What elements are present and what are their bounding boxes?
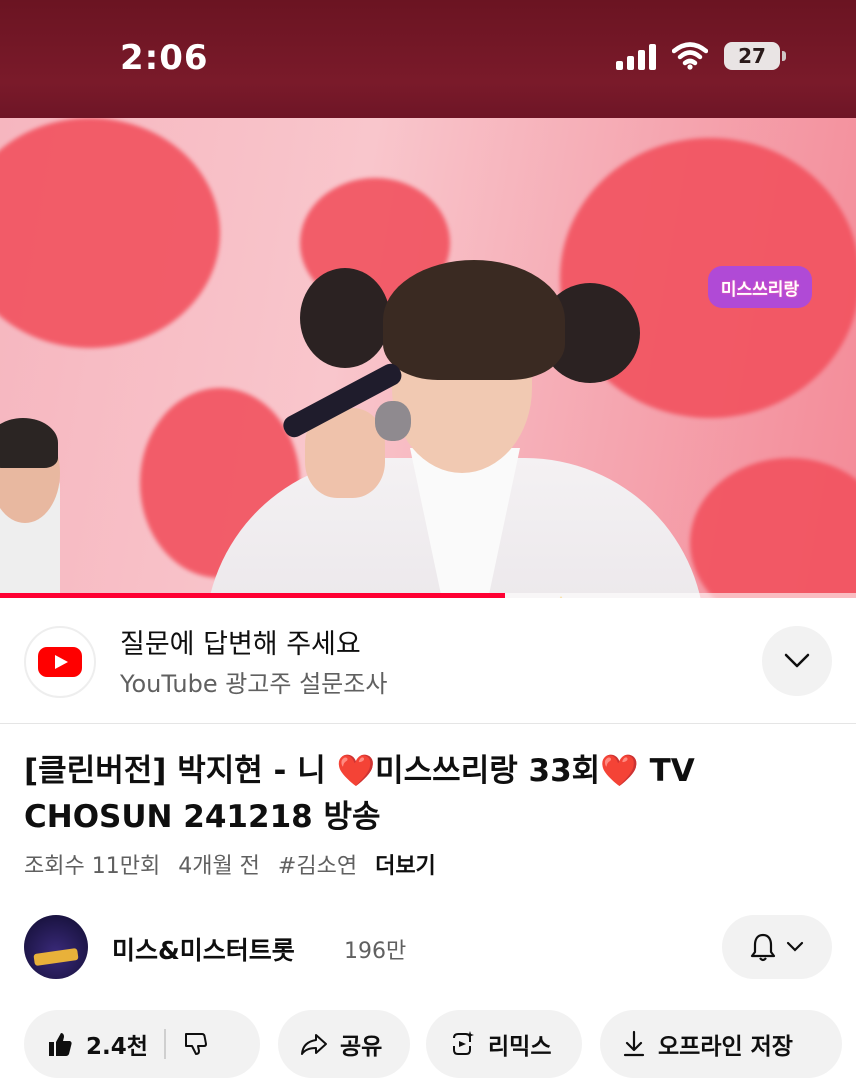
download-icon xyxy=(623,1030,645,1057)
video-player[interactable]: 미스쓰리랑 xyxy=(0,118,856,598)
battery-icon: 27 xyxy=(724,42,786,70)
share-icon xyxy=(301,1034,327,1055)
background-heart xyxy=(690,458,856,598)
ad-survey-banner[interactable]: 질문에 답변해 주세요 YouTube 광고주 설문조사 xyxy=(0,598,856,724)
microphone-head xyxy=(375,401,411,441)
ad-subtitle: YouTube 광고주 설문조사 xyxy=(120,670,388,698)
remix-label: 리믹스 xyxy=(488,1034,552,1060)
video-meta[interactable]: 조회수 11만회 4개월 전 #김소연 더보기 xyxy=(24,848,436,880)
like-divider xyxy=(163,1029,166,1059)
view-count: 조회수 11만회 xyxy=(24,854,161,879)
share-label: 공유 xyxy=(340,1034,383,1060)
share-button[interactable]: 공유 xyxy=(278,1010,410,1078)
download-label: 오프라인 저장 xyxy=(658,1034,793,1060)
thumbs-down-icon[interactable] xyxy=(182,1031,208,1057)
subscriber-count: 196만 xyxy=(344,939,407,964)
remix-icon xyxy=(453,1031,474,1055)
channel-name[interactable]: 미스&미스터트롯 xyxy=(112,931,295,967)
wifi-icon xyxy=(672,42,708,70)
ad-avatar xyxy=(24,626,96,698)
chevron-down-icon xyxy=(786,941,804,952)
more-button[interactable]: 더보기 xyxy=(375,848,436,880)
like-dislike-button[interactable]: 2.4천 xyxy=(24,1010,260,1078)
remix-button[interactable]: 리믹스 xyxy=(426,1010,582,1078)
show-logo: 미스쓰리랑 xyxy=(708,266,812,308)
channel-row: 미스&미스터트롯 196만 xyxy=(24,915,832,979)
battery-level: 27 xyxy=(738,44,766,68)
youtube-logo-icon xyxy=(38,647,82,677)
background-heart xyxy=(0,118,220,348)
notification-button[interactable] xyxy=(722,915,832,979)
side-performer-hair xyxy=(0,418,58,468)
download-button[interactable]: 오프라인 저장 xyxy=(600,1010,842,1078)
thumbs-up-icon[interactable] xyxy=(46,1030,74,1058)
chevron-down-icon xyxy=(784,653,810,668)
ad-title: 질문에 답변해 주세요 xyxy=(120,629,361,660)
ad-expand-button[interactable] xyxy=(762,626,832,696)
background-person xyxy=(300,268,390,368)
status-bar: 2:06 27 xyxy=(0,0,856,118)
upload-age: 4개월 전 xyxy=(178,854,260,879)
like-count: 2.4천 xyxy=(86,1034,148,1060)
singer-hair xyxy=(383,260,565,380)
channel-avatar[interactable] xyxy=(24,915,88,979)
video-title[interactable]: [클린버전] 박지현 - 니 ❤️미스쓰리랑 33회❤️ TV CHOSUN 2… xyxy=(24,748,824,840)
cellular-signal-icon xyxy=(616,42,656,70)
status-time: 2:06 xyxy=(120,38,209,78)
hashtag-link[interactable]: #김소연 xyxy=(278,848,357,880)
status-icons: 27 xyxy=(616,42,786,70)
bell-icon xyxy=(750,933,776,962)
